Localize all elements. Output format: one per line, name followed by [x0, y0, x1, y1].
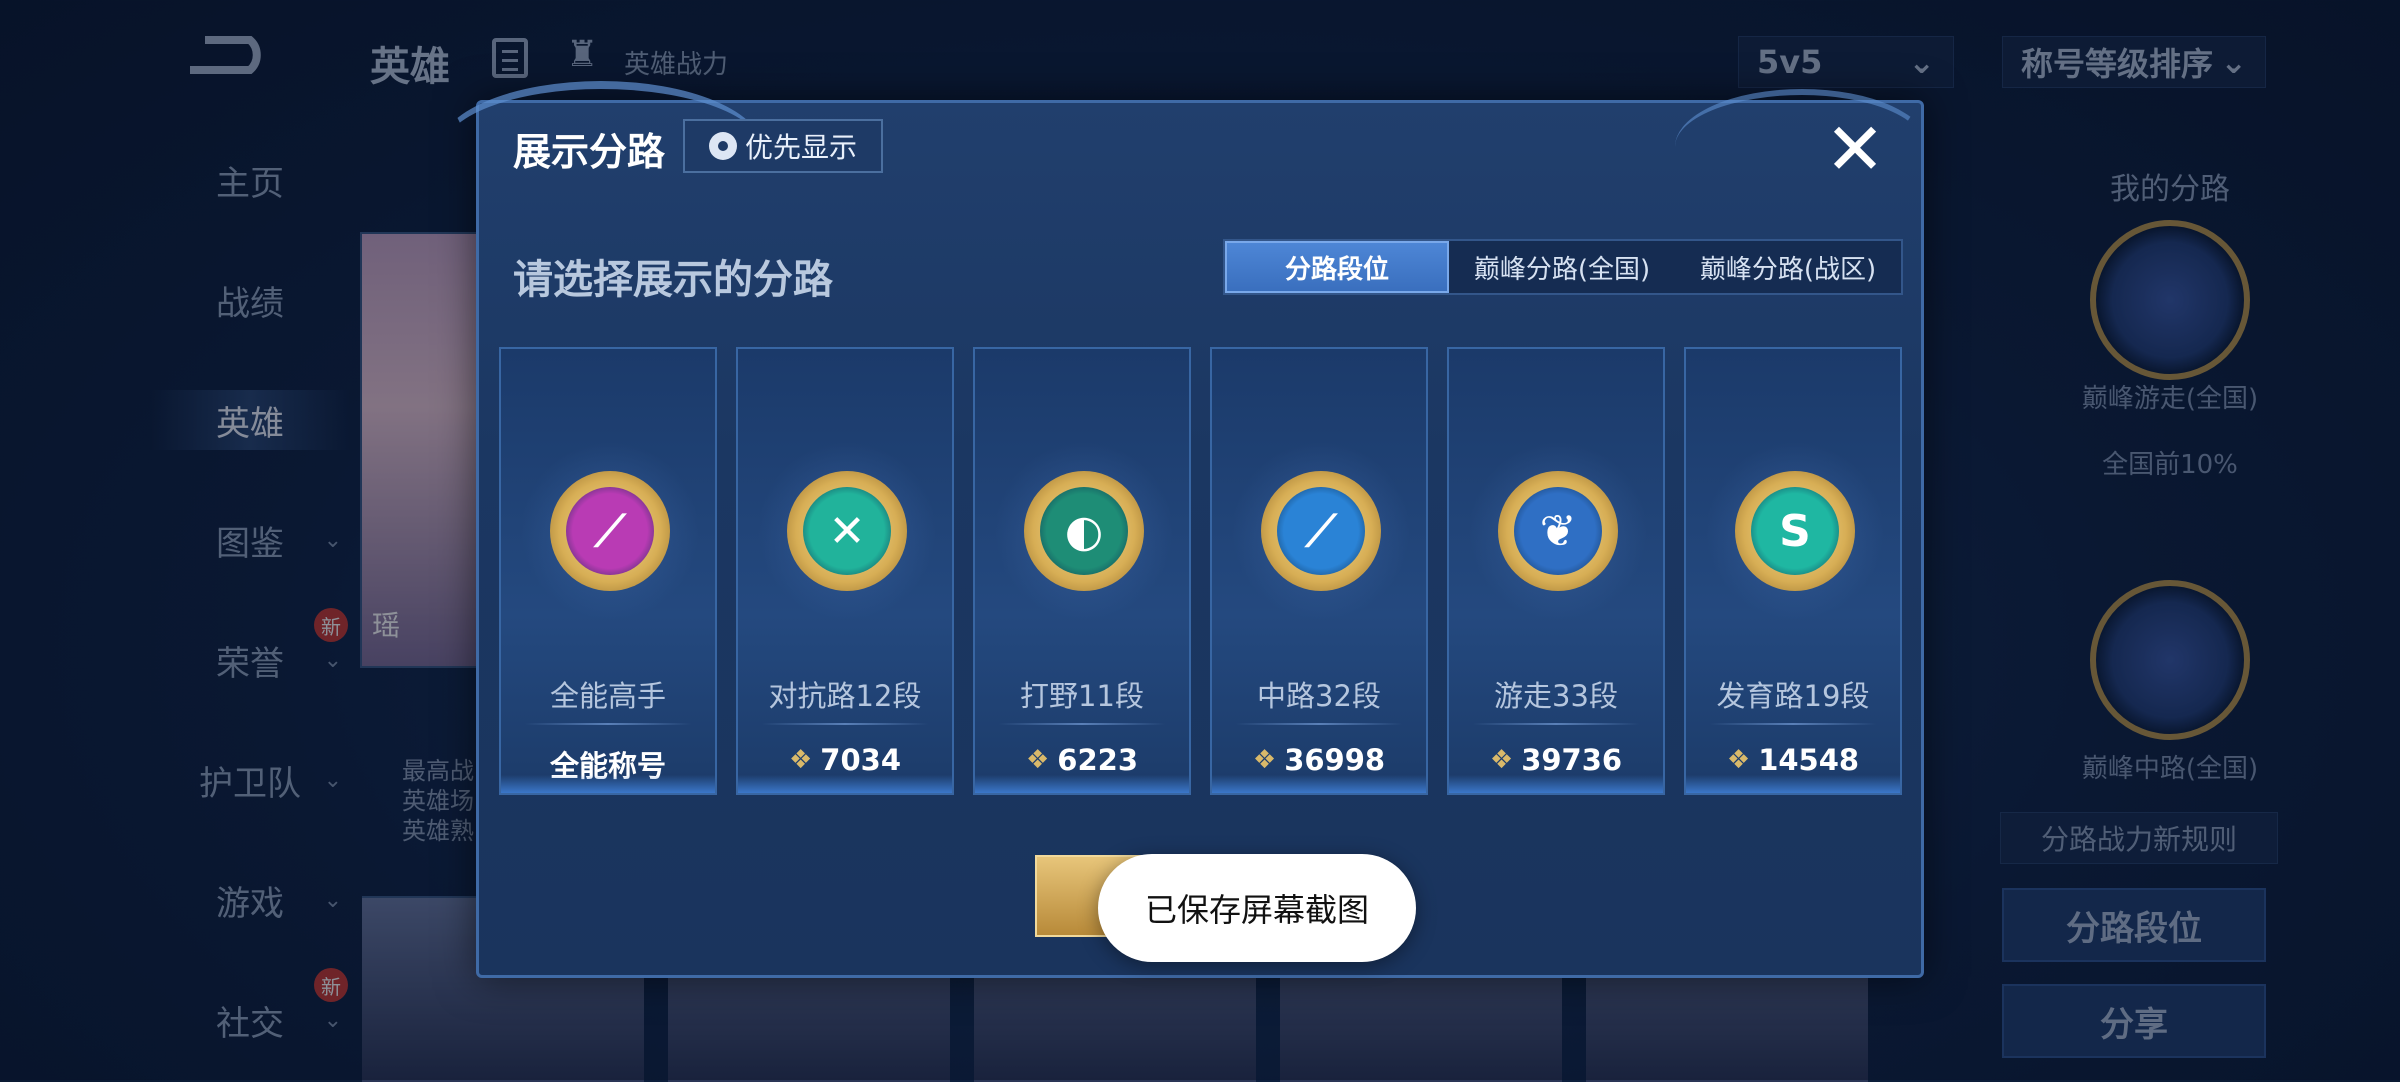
points-icon: ❖ — [1726, 745, 1751, 775]
lane-display-dialog: 展示分路 优先显示 ✕ 请选择展示的分路 分路段位 巅峰分路(全国) 巅峰分路(… — [439, 81, 1929, 978]
lane-card-label: 全能高手 — [549, 679, 666, 713]
points-icon: ❖ — [1025, 745, 1050, 775]
gear-icon — [708, 132, 737, 160]
lane-card-value: ❖ 6223 — [975, 743, 1189, 777]
lane-card-farm-lane[interactable]: S 发育路19段 ❖ 14548 — [1684, 347, 1902, 795]
jungle-emblem-icon: ◐ — [994, 441, 1174, 621]
lane-card-label: 打野11段 — [1020, 679, 1144, 713]
lane-card-jungle[interactable]: ◐ 打野11段 ❖ 6223 — [973, 347, 1191, 795]
lane-card-value: ❖ 36998 — [1212, 743, 1426, 777]
farm-lane-emblem-icon: S — [1705, 441, 1885, 621]
lane-card-label: 中路32段 — [1257, 679, 1381, 713]
lane-card-value-text: 6223 — [1057, 743, 1139, 777]
lane-card-mid-lane[interactable]: ⟋ 中路32段 ❖ 36998 — [1210, 347, 1428, 795]
lane-card-value: ❖ 7034 — [738, 743, 952, 777]
lane-card-value: 全能称号 — [501, 743, 715, 785]
dialog-subtitle: 请选择展示的分路 — [513, 257, 833, 303]
mid-lane-emblem-icon: ⟋ — [1231, 441, 1411, 621]
roam-emblem-icon: ❦ — [1468, 441, 1648, 621]
lane-card-value-text: 39736 — [1521, 743, 1623, 777]
all-round-emblem-icon: ⟋ — [520, 441, 700, 621]
clash-lane-emblem-icon: ✕ — [757, 441, 937, 621]
points-icon: ❖ — [788, 745, 813, 775]
points-icon: ❖ — [1489, 745, 1514, 775]
lane-card-all-round[interactable]: ⟋ 全能高手 全能称号 — [499, 347, 717, 795]
tab-peak-lane-national[interactable]: 巅峰分路(全国) — [1449, 241, 1675, 293]
lane-card-roam[interactable]: ❦ 游走33段 ❖ 39736 — [1447, 347, 1665, 795]
lane-card-label: 游走33段 — [1494, 679, 1618, 713]
lane-tabs: 分路段位 巅峰分路(全国) 巅峰分路(战区) — [1223, 239, 1903, 295]
screenshot-saved-toast: 已保存屏幕截图 — [1098, 854, 1416, 962]
lane-card-clash-lane[interactable]: ✕ 对抗路12段 ❖ 7034 — [736, 347, 954, 795]
close-button[interactable]: ✕ — [1819, 113, 1891, 185]
tab-lane-rank[interactable]: 分路段位 — [1225, 241, 1449, 293]
lane-card-label: 发育路19段 — [1716, 679, 1870, 713]
lane-card-value: ❖ 14548 — [1686, 743, 1900, 777]
lane-card-value: ❖ 39736 — [1449, 743, 1663, 777]
lane-card-value-text: 14548 — [1758, 743, 1860, 777]
lane-card-value-text: 7034 — [820, 743, 902, 777]
tab-peak-lane-region[interactable]: 巅峰分路(战区) — [1675, 241, 1901, 293]
points-icon: ❖ — [1252, 745, 1277, 775]
priority-display-button[interactable]: 优先显示 — [683, 119, 883, 173]
lane-card-value-text: 36998 — [1284, 743, 1386, 777]
lane-card-label: 对抗路12段 — [768, 679, 922, 713]
lane-card-value-text: 全能称号 — [549, 749, 666, 783]
dialog-title: 展示分路 — [513, 130, 666, 174]
priority-display-label: 优先显示 — [744, 131, 857, 164]
